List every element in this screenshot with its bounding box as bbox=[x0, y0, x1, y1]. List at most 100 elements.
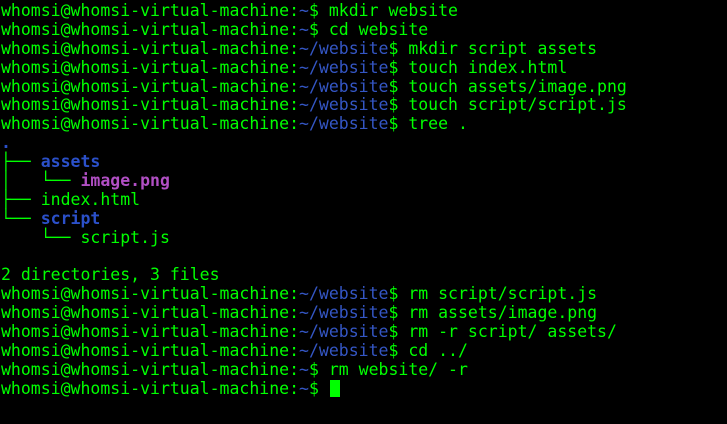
prompt-line: whomsi@whomsi-virtual-machine:~/website$… bbox=[1, 96, 627, 115]
tree-branch: ├── bbox=[1, 152, 41, 172]
tree-entry: ├── index.html bbox=[1, 189, 627, 210]
command-text: rm website/ -r bbox=[328, 359, 468, 379]
command-text: cd ../ bbox=[408, 341, 468, 361]
prompt-path: ~/website bbox=[299, 341, 389, 361]
prompt-symbol: $ bbox=[388, 114, 409, 134]
prompt-symbol: $ bbox=[388, 303, 409, 323]
prompt-user-host: whomsi@whomsi-virtual-machine bbox=[1, 322, 290, 342]
prompt-line: whomsi@whomsi-virtual-machine:~/website$… bbox=[1, 341, 627, 361]
prompt-separator: : bbox=[289, 38, 300, 58]
command-text: touch index.html bbox=[408, 57, 568, 77]
prompt-line: whomsi@whomsi-virtual-machine:~/website$… bbox=[1, 76, 627, 97]
prompt-separator: : bbox=[289, 1, 300, 20]
prompt-line: whomsi@whomsi-virtual-machine:~$ rm webs… bbox=[1, 359, 627, 380]
tree-entry: . bbox=[1, 133, 627, 153]
prompt-symbol: $ bbox=[388, 322, 409, 342]
prompt-separator: : bbox=[289, 284, 300, 304]
command-text: mkdir script assets bbox=[408, 38, 598, 58]
prompt-path: ~/website bbox=[299, 95, 389, 115]
prompt-line: whomsi@whomsi-virtual-machine:~/website$… bbox=[1, 322, 627, 342]
tree-branch: └── bbox=[1, 208, 41, 228]
prompt-separator: : bbox=[289, 19, 300, 39]
prompt-separator: : bbox=[289, 114, 300, 134]
prompt-symbol: $ bbox=[308, 1, 329, 20]
command-text: touch assets/image.png bbox=[408, 76, 627, 96]
tree-entry: │ └── image.png bbox=[1, 171, 627, 191]
output-text: 2 directories, 3 files bbox=[1, 265, 220, 285]
tree-item-name: index.html bbox=[40, 189, 141, 209]
prompt-path: ~ bbox=[299, 19, 309, 39]
prompt-user-host: whomsi@whomsi-virtual-machine bbox=[1, 114, 290, 134]
tree-entry: ├── assets bbox=[1, 152, 627, 172]
prompt-line: whomsi@whomsi-virtual-machine:~/website$… bbox=[1, 38, 627, 59]
prompt-path: ~/website bbox=[299, 322, 389, 342]
prompt-path: ~/website bbox=[299, 57, 389, 77]
prompt-user-host: whomsi@whomsi-virtual-machine bbox=[1, 57, 290, 77]
prompt-line: whomsi@whomsi-virtual-machine:~$ cd webs… bbox=[1, 19, 627, 40]
tree-branch: │ └── bbox=[1, 171, 81, 191]
prompt-path: ~/website bbox=[299, 114, 389, 134]
prompt-line: whomsi@whomsi-virtual-machine:~/website$… bbox=[1, 57, 627, 78]
prompt-separator: : bbox=[289, 57, 300, 77]
prompt-user-host: whomsi@whomsi-virtual-machine bbox=[1, 303, 290, 323]
prompt-line: whomsi@whomsi-virtual-machine:~/website$… bbox=[1, 114, 627, 134]
prompt-symbol: $ bbox=[388, 57, 409, 77]
prompt-user-host: whomsi@whomsi-virtual-machine bbox=[1, 359, 290, 379]
command-text: touch script/script.js bbox=[408, 95, 627, 115]
terminal-output: whomsi@whomsi-virtual-machine:~$ mkdir w… bbox=[1, 1, 627, 399]
tree-item-name: assets bbox=[40, 152, 101, 172]
prompt-user-host: whomsi@whomsi-virtual-machine bbox=[1, 1, 290, 20]
prompt-symbol: $ bbox=[308, 19, 329, 39]
prompt-path: ~/website bbox=[299, 76, 389, 96]
tree-branch: ├── bbox=[1, 189, 41, 209]
tree-entry: └── script bbox=[1, 208, 627, 229]
text-cursor[interactable] bbox=[329, 379, 340, 397]
prompt-user-host: whomsi@whomsi-virtual-machine bbox=[1, 284, 290, 304]
prompt-user-host: whomsi@whomsi-virtual-machine bbox=[1, 95, 290, 115]
terminal-window[interactable]: whomsi@whomsi-virtual-machine:~$ mkdir w… bbox=[0, 0, 727, 424]
prompt-symbol: $ bbox=[388, 95, 409, 115]
command-text: rm script/script.js bbox=[408, 284, 598, 304]
tree-item-name: image.png bbox=[80, 171, 170, 191]
prompt-separator: : bbox=[289, 322, 300, 342]
prompt-symbol: $ bbox=[388, 76, 409, 96]
output-line: 2 directories, 3 files bbox=[1, 266, 627, 285]
command-text: rm assets/image.png bbox=[408, 303, 598, 323]
prompt-line: whomsi@whomsi-virtual-machine:~$ mkdir w… bbox=[1, 1, 627, 21]
prompt-path: ~ bbox=[299, 1, 309, 20]
prompt-path: ~/website bbox=[299, 303, 389, 323]
prompt-symbol: $ bbox=[308, 359, 329, 379]
tree-entry: └── script.js bbox=[1, 227, 627, 248]
prompt-symbol: $ bbox=[388, 38, 409, 58]
prompt-separator: : bbox=[289, 95, 300, 115]
prompt-separator: : bbox=[289, 341, 300, 361]
prompt-separator: : bbox=[289, 303, 300, 323]
prompt-symbol: $ bbox=[308, 378, 329, 398]
command-text: cd website bbox=[328, 19, 429, 39]
tree-item-name: script bbox=[40, 208, 101, 228]
prompt-line: whomsi@whomsi-virtual-machine:~$ bbox=[1, 378, 627, 399]
tree-item-name: . bbox=[1, 133, 11, 153]
prompt-user-host: whomsi@whomsi-virtual-machine bbox=[1, 76, 290, 96]
prompt-path: ~ bbox=[299, 359, 309, 379]
prompt-user-host: whomsi@whomsi-virtual-machine bbox=[1, 341, 290, 361]
prompt-line: whomsi@whomsi-virtual-machine:~/website$… bbox=[1, 303, 627, 323]
tree-item-name: script.js bbox=[80, 227, 170, 247]
prompt-symbol: $ bbox=[388, 341, 409, 361]
prompt-separator: : bbox=[289, 359, 300, 379]
prompt-path: ~/website bbox=[299, 38, 389, 58]
prompt-user-host: whomsi@whomsi-virtual-machine bbox=[1, 38, 290, 58]
prompt-separator: : bbox=[289, 76, 300, 96]
prompt-user-host: whomsi@whomsi-virtual-machine bbox=[1, 19, 290, 39]
prompt-separator: : bbox=[289, 378, 300, 398]
prompt-user-host: whomsi@whomsi-virtual-machine bbox=[1, 378, 290, 398]
command-text: mkdir website bbox=[328, 1, 458, 20]
prompt-line: whomsi@whomsi-virtual-machine:~/website$… bbox=[1, 284, 627, 304]
command-text: rm -r script/ assets/ bbox=[408, 322, 617, 342]
command-text: tree . bbox=[408, 114, 468, 134]
tree-branch: └── bbox=[1, 227, 81, 247]
prompt-symbol: $ bbox=[388, 284, 409, 304]
prompt-path: ~/website bbox=[299, 284, 389, 304]
prompt-path: ~ bbox=[299, 378, 309, 398]
